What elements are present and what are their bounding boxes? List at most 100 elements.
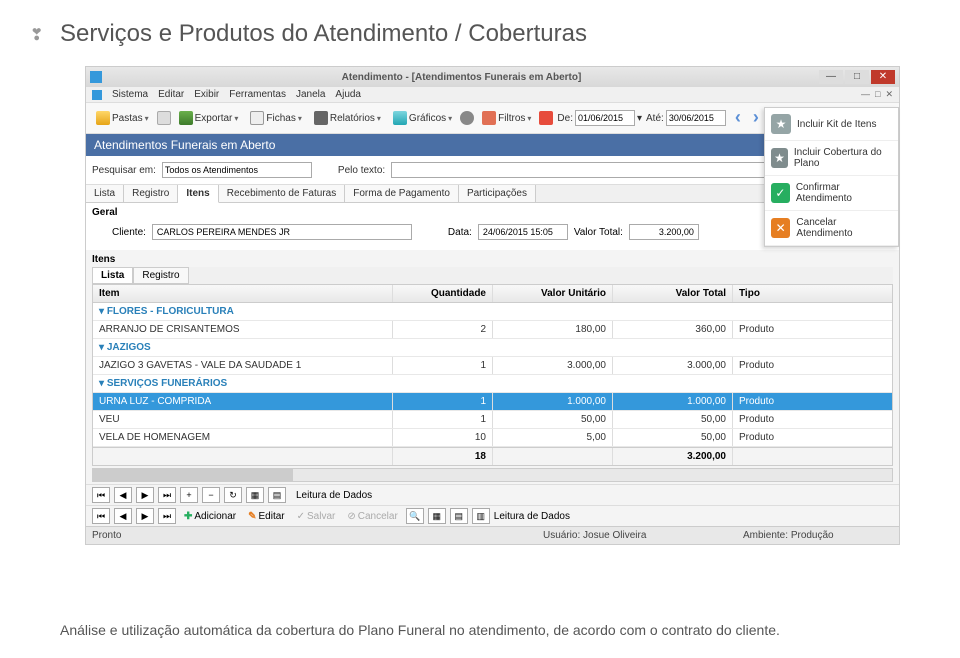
search-in-select[interactable] [162,162,312,178]
btn-cancel[interactable]: ⊘Cancelar [343,510,401,523]
cliente-input[interactable] [152,224,412,240]
grid-row[interactable]: VELA DE HOMENAGEM105,0050,00Produto [93,429,892,447]
date-from-input[interactable] [575,110,635,126]
clip-icon[interactable] [157,111,171,125]
btn-graficos[interactable]: Gráficos▾ [389,109,456,127]
tab-registro[interactable]: Registro [124,185,178,202]
nav-grid2[interactable]: ▤ [268,487,286,503]
btn-filtros[interactable]: Filtros▾ [478,109,535,127]
btn-pastas[interactable]: Pastas▾ [92,109,153,127]
items-grid: Item Quantidade Valor Unitário Valor Tot… [92,284,893,466]
menu-ajuda[interactable]: Ajuda [335,89,361,100]
act-first[interactable]: ⏮ [92,508,110,524]
grid-row[interactable]: ARRANJO DE CRISANTEMOS2180,00360,00Produ… [93,321,892,339]
app-icon [90,71,102,83]
act-back[interactable]: ◀ [114,508,132,524]
nav-refresh[interactable]: ↻ [224,487,242,503]
nav-grid1[interactable]: ▦ [246,487,264,503]
calendar-icon[interactable] [539,111,553,125]
statusbar: Pronto Usuário: Josue Oliveira Ambiente:… [86,526,899,544]
menu-sistema[interactable]: Sistema [112,89,148,100]
nav-add[interactable]: + [180,487,198,503]
subtab-lista[interactable]: Lista [92,267,133,284]
gear-icon[interactable] [460,111,474,125]
nav-last[interactable]: ⏭ [158,487,176,503]
col-qty[interactable]: Quantidade [393,285,493,302]
valor-label: Valor Total: [574,227,623,238]
export-icon [179,111,193,125]
btn-fichas[interactable]: Fichas▾ [246,109,305,127]
side-icon: ✕ [771,218,790,238]
grid-group[interactable]: JAZIGOS [93,339,892,357]
nav-arrows: ‹ › [730,106,764,130]
date-from: De: ▾ [557,110,642,126]
btn-edit[interactable]: ✎Editar [244,510,289,523]
btn-search2[interactable]: 🔍 [406,508,424,524]
subtab-registro[interactable]: Registro [133,267,188,284]
btn-add[interactable]: ✚Adicionar [180,510,240,523]
tab-itens[interactable]: Itens [178,185,218,203]
nav-next[interactable]: › [748,106,764,130]
itens-label: Itens [92,254,899,265]
nav-prev[interactable]: ‹ [730,106,746,130]
grid-group[interactable]: FLORES - FLORICULTURA [93,303,892,321]
fichas-icon [250,111,264,125]
status-user: Usuário: Josue Oliveira [543,530,743,541]
tab-forma-pagamento[interactable]: Forma de Pagamento [345,185,459,202]
data-label: Data: [448,227,472,238]
btn-save[interactable]: ✓Salvar [293,510,340,523]
maximize-button[interactable]: □ [845,70,869,84]
app-icon-small [92,90,102,100]
side-icon: ✓ [771,183,790,203]
side-icon: ★ [771,114,791,134]
btn-exportar[interactable]: Exportar▾ [175,109,243,127]
col-total[interactable]: Valor Total [613,285,733,302]
btn-grid4[interactable]: ▤ [450,508,468,524]
folder-icon [96,111,110,125]
nav-first[interactable]: ⏮ [92,487,110,503]
col-item[interactable]: Item [93,285,393,302]
tab-recebimento[interactable]: Recebimento de Faturas [219,185,346,202]
menu-exibir[interactable]: Exibir [194,89,219,100]
act-fwd[interactable]: ▶ [136,508,154,524]
inner-window-controls[interactable]: — □ ✕ [861,89,893,100]
tab-participacoes[interactable]: Participações [459,185,536,202]
btn-grid5[interactable]: ▥ [472,508,490,524]
side-action[interactable]: ★Incluir Cobertura do Plano [765,141,898,176]
act-last[interactable]: ⏭ [158,508,176,524]
grid-group[interactable]: SERVIÇOS FUNERÁRIOS [93,375,892,393]
tab-lista[interactable]: Lista [86,185,124,202]
side-label: Incluir Kit de Itens [797,119,876,130]
menu-editar[interactable]: Editar [158,89,184,100]
menu-janela[interactable]: Janela [296,89,325,100]
nav-fwd[interactable]: ▶ [136,487,154,503]
col-tipo[interactable]: Tipo [733,285,892,302]
minimize-button[interactable]: — [819,70,843,84]
nav-back[interactable]: ◀ [114,487,132,503]
nav-del[interactable]: − [202,487,220,503]
data-input[interactable] [478,224,568,240]
chart-icon [393,111,407,125]
grid-totals: 18 3.200,00 [93,447,892,465]
btn-grid3[interactable]: ▦ [428,508,446,524]
grid-row[interactable]: VEU150,0050,00Produto [93,411,892,429]
hscrollbar[interactable] [92,468,893,482]
date-to-input[interactable] [666,110,726,126]
app-window: Atendimento - [Atendimentos Funerais em … [85,66,900,545]
grid-header: Item Quantidade Valor Unitário Valor Tot… [93,285,892,303]
total-qty: 18 [393,448,493,465]
side-action[interactable]: ★ Incluir Kit de Itens [765,108,898,141]
footer-caption: Análise e utilização automática da cober… [60,622,900,638]
menu-ferramentas[interactable]: Ferramentas [229,89,286,100]
side-action[interactable]: ✓Confirmar Atendimento [765,176,898,211]
plus-icon: ✚ [184,511,192,522]
side-action[interactable]: ✕Cancelar Atendimento [765,211,898,246]
valor-input[interactable] [629,224,699,240]
cliente-label: Cliente: [112,227,146,238]
btn-relatorios[interactable]: Relatórios▾ [310,109,385,127]
grid-row[interactable]: URNA LUZ - COMPRIDA11.000,001.000,00Prod… [93,393,892,411]
close-button[interactable]: ✕ [871,70,895,84]
grid-row[interactable]: JAZIGO 3 GAVETAS - VALE DA SAUDADE 113.0… [93,357,892,375]
col-unit[interactable]: Valor Unitário [493,285,613,302]
page-title: Serviços e Produtos do Atendimento / Cob… [0,0,960,58]
